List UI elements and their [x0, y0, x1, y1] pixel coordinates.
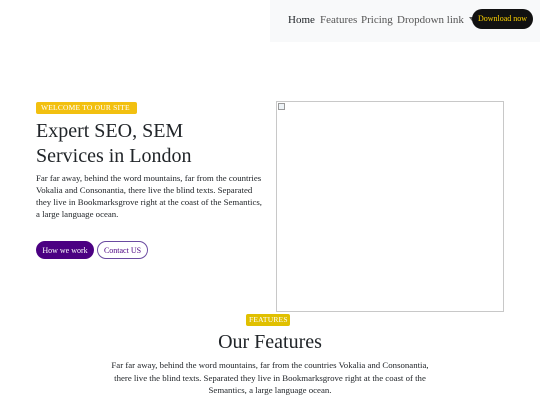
- nav-dropdown-toggle[interactable]: Dropdown link: [397, 14, 475, 26]
- contact-us-button[interactable]: Contact US: [97, 241, 148, 259]
- hero-image: [276, 101, 504, 312]
- hero-description: Far far away, behind the word mountains,…: [36, 173, 262, 219]
- nav-link-pricing[interactable]: Pricing: [361, 14, 393, 26]
- features-badge: FEATURES: [246, 314, 290, 326]
- how-we-work-button[interactable]: How we work: [36, 241, 94, 259]
- download-now-button[interactable]: Download now: [472, 9, 533, 29]
- features-description: Far far away, behind the word mountains,…: [111, 360, 429, 395]
- broken-image-icon: [278, 103, 285, 110]
- features-title: Our Features: [218, 331, 322, 353]
- nav-link-features[interactable]: Features: [320, 14, 357, 26]
- hero-title-line-1: Expert SEO, SEM: [36, 120, 184, 142]
- nav-dropdown-label: Dropdown link: [397, 14, 464, 26]
- hero-title-line-2: Services in London: [36, 145, 192, 167]
- nav-link-home[interactable]: Home: [288, 14, 315, 26]
- welcome-badge: WELCOME TO OUR SITE: [36, 102, 137, 114]
- hero-title: Expert SEO, SEM Services in London: [36, 119, 266, 169]
